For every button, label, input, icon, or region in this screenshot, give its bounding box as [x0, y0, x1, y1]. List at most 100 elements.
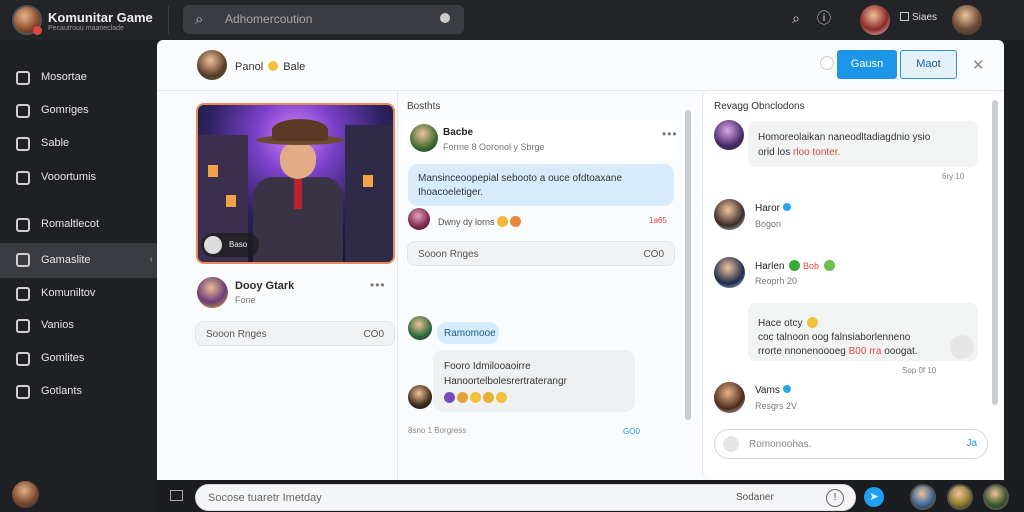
emoji-row[interactable]: [442, 392, 507, 403]
hero-badge-label: Baso: [229, 240, 248, 249]
comment-highlight: B00 rra: [848, 346, 882, 357]
right-panel-title: Revagg Obnclodons: [714, 101, 805, 112]
scrollbar[interactable]: [685, 110, 691, 420]
emoji-icon: [789, 260, 801, 271]
commenter-avatar[interactable]: [408, 316, 432, 340]
hero-image[interactable]: Baso: [196, 103, 395, 264]
search-placeholder: Adhomercoution: [225, 12, 313, 26]
like-icon: [204, 236, 222, 254]
participant-avatar[interactable]: [947, 484, 973, 510]
sidebar-toggle-icon[interactable]: [170, 490, 183, 501]
primary-button[interactable]: Gausn: [837, 50, 897, 79]
chevron-left-icon[interactable]: ‹: [150, 254, 153, 265]
participant-avatar[interactable]: [910, 484, 936, 510]
comment-card: [748, 121, 978, 167]
current-user-avatar[interactable]: [12, 481, 39, 508]
sidebar-item-2[interactable]: Sable: [0, 128, 157, 160]
comment-input[interactable]: Sooon Rnges CO0: [195, 321, 395, 346]
author-name[interactable]: Dooy Gtark: [235, 280, 294, 292]
close-icon[interactable]: ✕: [972, 56, 985, 74]
user-name[interactable]: Haror: [755, 203, 792, 214]
settings-label: Siaes: [912, 12, 938, 23]
message-placeholder: Socose tuaretr Imetday: [208, 492, 322, 504]
toggle-icon[interactable]: [820, 56, 834, 70]
more-options-icon[interactable]: •••: [370, 278, 386, 292]
sidebar-item-5[interactable]: Gamaslite ‹: [0, 243, 157, 278]
character-tie: [294, 179, 302, 209]
comment-time: 6ry 10: [942, 172, 965, 181]
folder-icon: [16, 171, 30, 185]
message-tag[interactable]: Sodaner: [736, 492, 774, 503]
panel-avatar[interactable]: [197, 50, 227, 80]
profile-avatar[interactable]: [860, 5, 890, 35]
sidebar-item-1[interactable]: Gomriges: [0, 95, 157, 127]
emoji-icon: [496, 392, 507, 403]
calendar-icon: [16, 287, 30, 301]
hero-badge[interactable]: Baso: [201, 233, 259, 257]
info-icon[interactable]: ⓘ: [815, 9, 833, 27]
sidebar-item-0[interactable]: Mosortae: [0, 62, 157, 94]
verified-icon: [783, 203, 792, 211]
sidebar-item-7[interactable]: Vanios: [0, 310, 157, 342]
commenter-avatar[interactable]: [408, 385, 432, 409]
sidebar-item-8[interactable]: Gomlites: [0, 343, 157, 375]
user-name-text: Harlen: [755, 261, 785, 272]
message-line: Ihoacoeletiger.: [418, 187, 484, 198]
footer-right[interactable]: GO0: [623, 427, 640, 436]
user-avatar[interactable]: [714, 199, 745, 230]
post-author[interactable]: Bacbe: [443, 127, 473, 138]
sidebar: Mosortae Gomriges Sable Vooortumis Romal…: [0, 40, 157, 512]
badge-label: Bob: [803, 261, 820, 271]
info-icon[interactable]: !: [826, 489, 844, 507]
verified-icon: [782, 385, 791, 393]
comment-line: Homoreolaikan naneodltadiagdnio ysio: [758, 132, 931, 143]
participant-avatar[interactable]: [983, 484, 1009, 510]
author-avatar[interactable]: [197, 277, 228, 308]
user-avatar[interactable]: [714, 382, 745, 413]
attachment-icon[interactable]: [950, 335, 974, 359]
window-light: [363, 175, 373, 187]
sidebar-item-3[interactable]: Vooortumis: [0, 162, 157, 194]
send-button[interactable]: ➤: [864, 487, 884, 507]
message-line: Mansinceoopepial sebooto a ouce ofdtoaxa…: [418, 173, 623, 184]
right-input-placeholder: Romonoohas.: [749, 439, 812, 450]
user-avatar[interactable]: [952, 5, 982, 35]
comment-highlight: rloo tonter.: [793, 147, 841, 158]
app-title: Komunitar Game: [48, 10, 153, 25]
reply-input[interactable]: Sooon Rnges CO0: [407, 241, 675, 266]
user-name[interactable]: Vams: [755, 385, 791, 396]
message-input[interactable]: Socose tuaretr Imetday Sodaner !: [195, 484, 856, 511]
sidebar-item-label: Vanios: [41, 319, 74, 331]
sidebar-item-label: Mosortae: [41, 71, 87, 83]
reaction-avatar[interactable]: [408, 208, 430, 230]
user-name-text: Vams: [755, 385, 780, 396]
comment-count: CO0: [363, 329, 384, 340]
sidebar-item-4[interactable]: Romaltlecot: [0, 209, 157, 241]
post-avatar[interactable]: [410, 124, 438, 152]
emoji-icon: [457, 392, 468, 403]
post-card[interactable]: [403, 120, 677, 160]
secondary-button[interactable]: Maot: [900, 50, 957, 79]
commenter-avatar[interactable]: [714, 120, 744, 150]
scrollbar[interactable]: [992, 100, 998, 405]
user-avatar[interactable]: [714, 257, 745, 288]
search-icon[interactable]: ⌕: [787, 9, 805, 27]
user-sub: Bogon: [755, 219, 782, 229]
message-line: Hanoortelbolesrertraterangr: [444, 376, 567, 387]
comment-time: Sop 0f 10: [902, 366, 937, 375]
user-name[interactable]: Harlen Bob: [755, 260, 835, 272]
more-options-icon[interactable]: •••: [662, 127, 678, 141]
right-comment-input[interactable]: Romonoohas. Ja: [714, 429, 988, 459]
window-light: [226, 195, 236, 207]
sidebar-item-9[interactable]: Gotlants: [0, 376, 157, 408]
sidebar-item-6[interactable]: Komuniltov: [0, 278, 157, 310]
sidebar-item-label: Gomlites: [41, 352, 85, 364]
panel-title-text: Panol: [235, 61, 264, 73]
microphone-icon[interactable]: [440, 13, 450, 23]
gamepad-icon: [16, 71, 30, 85]
search-bar[interactable]: ⌕ Adhomercoution: [183, 5, 464, 34]
reactions-row[interactable]: Dwny dy lorns: [438, 216, 521, 227]
user-sub: Reoprh 20: [755, 276, 798, 286]
right-input-action[interactable]: Ja: [966, 438, 977, 449]
settings-button[interactable]: Siaes: [900, 12, 937, 23]
